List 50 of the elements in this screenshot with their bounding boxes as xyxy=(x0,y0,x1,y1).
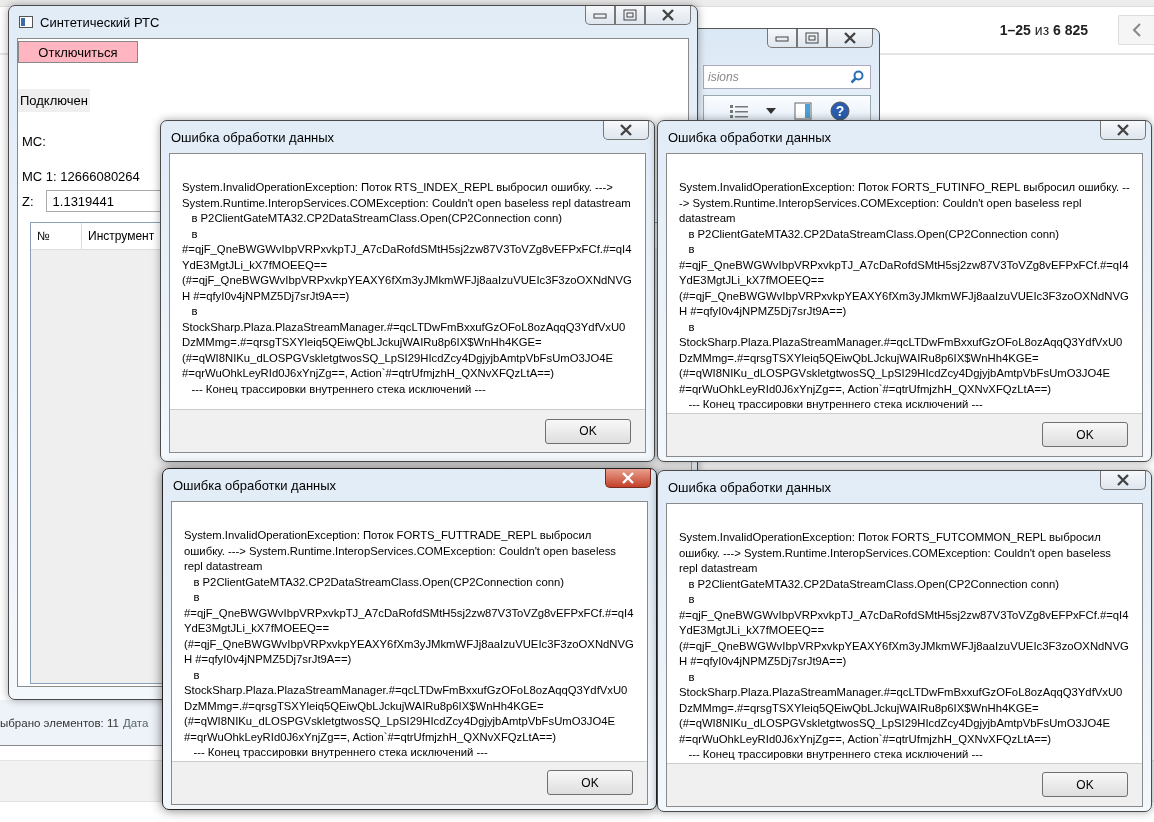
maximize-icon xyxy=(623,9,637,21)
status-text: ыбрано элементов: 11 xyxy=(0,717,119,729)
ms1-value: МС 1: 12666080264 xyxy=(22,169,140,184)
caret-icon[interactable] xyxy=(766,108,776,114)
close-button[interactable] xyxy=(603,121,649,140)
ok-button[interactable]: OK xyxy=(1042,422,1128,447)
close-icon xyxy=(621,472,635,484)
window-title: Синтетический РТС xyxy=(40,14,160,30)
help-icon[interactable]: ? xyxy=(830,101,850,121)
app-icon xyxy=(19,16,33,28)
dialog-title: Ошибка обработки данных xyxy=(173,477,337,493)
close-button[interactable] xyxy=(645,6,691,25)
minimize-button[interactable] xyxy=(585,6,615,25)
previous-page-button[interactable] xyxy=(1118,15,1154,45)
pagination-text: 1–25 из 6 825 xyxy=(999,22,1088,38)
minimize-icon xyxy=(593,11,607,19)
chevron-left-icon xyxy=(1130,22,1143,38)
maximize-button[interactable] xyxy=(615,6,645,25)
view-list-icon[interactable] xyxy=(730,104,748,118)
error-message: System.InvalidOperationException: Поток FORTS_FUTCOMMON_REPL выбросил ошибку. ---> System.Runtime.InteropServices.COMException: Couldn't open baseless repl datastream в P2ClientGateMTA32.CP2DataStreamClass.Open(CP2Connection conn) в #=qjF_QneBWGWvIbpVRPxvkpTJ_A7cDaRofdSMtH5sj2zw87V3ToVZg8vEFPxFCf.#=qI4YdE3MgtJLi_kX7fMOEEQ==(#=qjF_QneBWGWvIbpVRPxvkpYEAXY6fXm3yJMkmWFJj8aaIzuVUEIc3F3zoOXNdNVGH #=qfyI0v4jNPMZ5Dj7srJt9A==) в StockSharp.Plaza.PlazaStreamManager.#=qcLTDwFmBxxufGzOFoL8ozAqqQ3YdfVxU0DzMMmg=.#=qrsgTSXYleiq5QEiwQbLJckujWAIRu8p6IX$WnHh4KGE=(#=qWI8NIKu_dLOSPGVskletgtwosSQ_LpSI29HIcdZcy4DgjyjbAmtpVbFsUmO3JO4E #=qrWuOhkLeyRId0J6xYnjZg==, Action`#=qtrUfmjzhH_QXNvXFQzLtA==) --- Конец трассировки внутреннего стека исключений --- xyxy=(679,530,1130,762)
preview-pane-icon[interactable] xyxy=(794,102,812,120)
ms-label: МС: xyxy=(22,134,46,149)
error-message: System.InvalidOperationException: Поток FORTS_FUTTRADE_REPL выбросил ошибку. ---> System.Runtime.InteropServices.COMException: Couldn't open baseless repl datastream в P2ClientGateMTA32.CP2DataStreamClass.Open(CP2Connection conn) в #=qjF_QneBWGWvIbpVRPxvkpTJ_A7cDaRofdSMtH5sj2zw87V3ToVZg8vEFPxFCf.#=qI4YdE3MgtJLi_kX7fMOEEQ==(#=qjF_QneBWGWvIbpVRPxvkpYEAXY6fXm3yJMkmWFJj8aaIzuVUEIc3F3zoOXNdNVGH #=qfyI0v4jNPMZ5Dj7srJt9A==) в StockSharp.Plaza.PlazaStreamManager.#=qcLTDwFmBxxufGzOFoL8ozAqqQ3YdfVxU0DzMMmg=.#=qrsgTSXYleiq5QEiwQbLJckujWAIRu8p6IX$WnHh4KGE=(#=qWI8NIKu_dLOSPGVskletgtwosSQ_LpSI29HIcdZcy4DgjyjbAmtpVbFsUmO3JO4E #=qrWuOhkLeyRId0J6xYnjZg==, Action`#=qtrUfmjzhH_QXNvXFQzLtA==) --- Конец трассировки внутреннего стека исключений --- xyxy=(184,528,635,760)
close-icon xyxy=(1116,124,1130,136)
close-button[interactable] xyxy=(1100,471,1146,490)
error-message: System.InvalidOperationException: Поток FORTS_FUTINFO_REPL выбросил ошибку. ---> System.Runtime.InteropServices.COMException: Couldn't open baseless repl datastream в P2ClientGateMTA32.CP2DataStreamClass.Open(CP2Connection conn) в #=qjF_QneBWGWvIbpVRPxvkpTJ_A7cDaRofdSMtH5sj2zw87V3ToVZg8vEFPxFCf.#=qI4YdE3MgtJLi_kX7fMOEEQ==(#=qjF_QneBWGWvIbpVRPxvkpYEAXY6fXm3yJMkmWFJj8aaIzuVUEIc3F3zoOXNdNVGH #=qfyI0v4jNPMZ5Dj7srJt9A==) в StockSharp.Plaza.PlazaStreamManager.#=qcLTDwFmBxxufGzOFoL8ozAqqQ3YdfVxU0DzMMmg=.#=qrsgTSXYleiq5QEiwQbLJckujWAIRu8p6IX$WnHh4KGE=(#=qWI8NIKu_dLOSPGVskletgtwosSQ_LpSI29HIcdZcy4DgjyjbAmtpVbFsUmO3JO4E #=qrWuOhkLeyRId0J6xYnjZg==, Action`#=qtrUfmjzhH_QXNvXFQzLtA==) --- Конец трассировки внутреннего стека исключений --- xyxy=(679,180,1130,412)
ok-button[interactable]: OK xyxy=(1042,772,1128,797)
ok-button[interactable]: OK xyxy=(547,770,633,795)
z-label: Z: xyxy=(22,193,34,209)
dialog-title: Ошибка обработки данных xyxy=(668,129,832,145)
close-button[interactable] xyxy=(605,469,651,488)
search-field[interactable]: isions xyxy=(703,65,871,89)
status-text: Дата xyxy=(122,717,149,729)
maximize-button[interactable] xyxy=(797,29,827,48)
search-icon xyxy=(850,70,864,84)
close-icon xyxy=(661,9,675,21)
minimize-button[interactable] xyxy=(767,29,797,48)
ok-button[interactable]: OK xyxy=(545,418,631,444)
close-button[interactable] xyxy=(1100,121,1146,140)
dialog-title: Ошибка обработки данных xyxy=(668,479,832,495)
close-icon xyxy=(619,124,633,136)
close-button[interactable] xyxy=(827,29,873,48)
dialog-title: Ошибка обработки данных xyxy=(171,129,335,145)
disconnect-button[interactable]: Отключиться xyxy=(18,41,138,63)
minimize-icon xyxy=(775,34,789,42)
close-icon xyxy=(1116,474,1130,486)
maximize-icon xyxy=(805,32,819,44)
close-icon xyxy=(843,32,857,44)
connection-status: Подключен xyxy=(18,89,90,112)
column-header[interactable]: № xyxy=(31,223,82,249)
